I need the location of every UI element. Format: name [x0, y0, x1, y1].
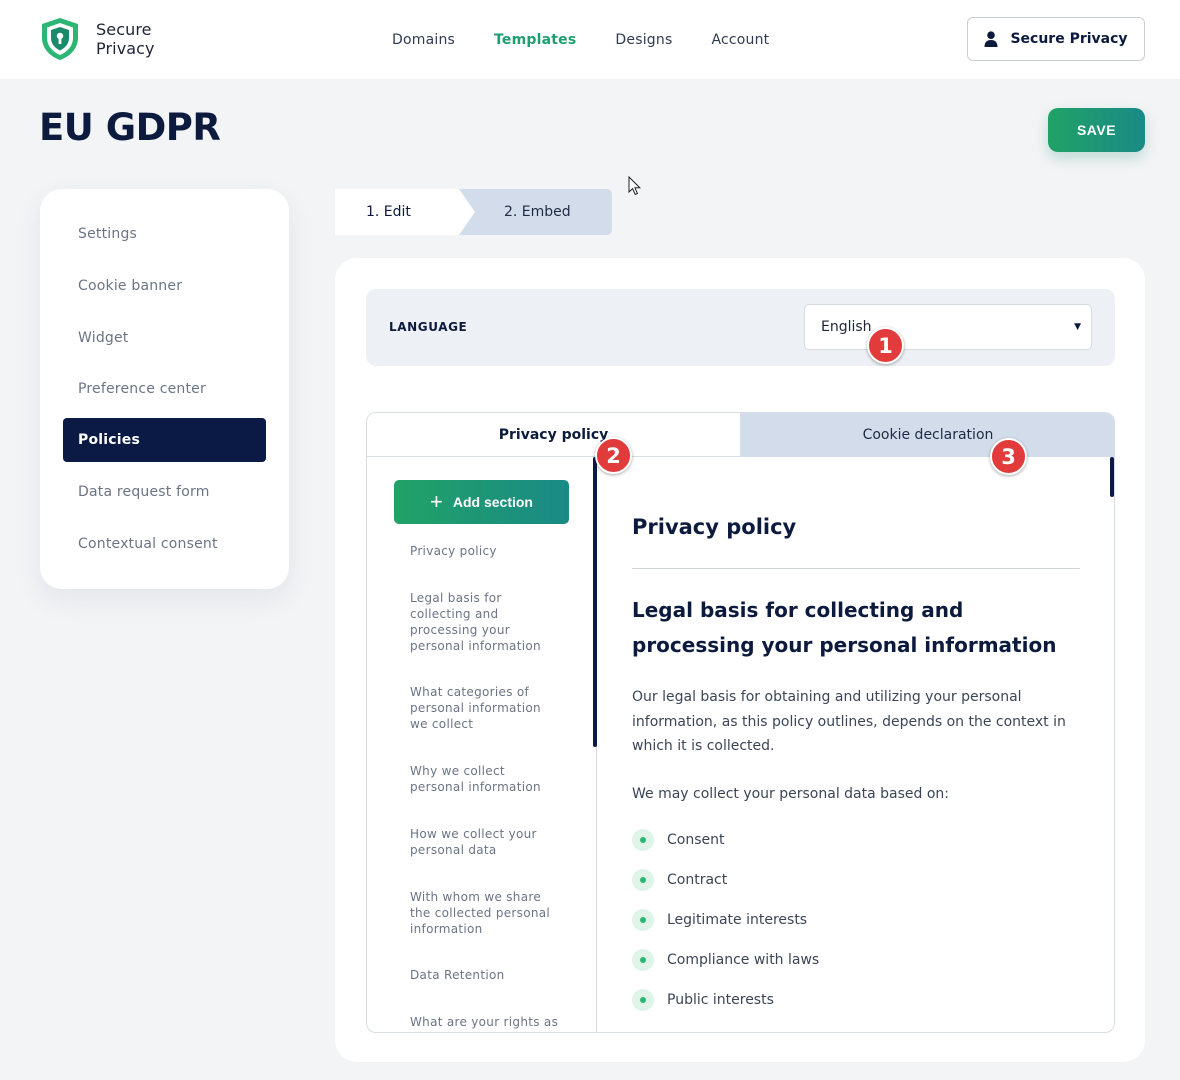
account-button[interactable]: Secure Privacy — [967, 17, 1145, 61]
settings-sidebar: Settings Cookie banner Widget Preference… — [40, 189, 289, 589]
preview-bullet: Legitimate interests — [632, 908, 807, 932]
section-item[interactable]: How we collect your personal data — [410, 826, 550, 858]
bullet-dot-icon — [632, 989, 654, 1011]
nav-templates[interactable]: Templates — [494, 32, 576, 48]
mouse-pointer-icon — [628, 176, 642, 196]
section-item[interactable]: Legal basis for collecting and processin… — [410, 590, 550, 654]
nav-account[interactable]: Account — [711, 32, 769, 48]
logo-line2: Privacy — [96, 39, 155, 58]
preview-scrollbar[interactable] — [1110, 457, 1114, 497]
bullet-text: Legitimate interests — [667, 912, 808, 928]
save-button[interactable]: SAVE — [1048, 108, 1145, 152]
annotation-badge: 3 — [990, 438, 1027, 475]
sidebar-item-cookie-banner[interactable]: Cookie banner — [63, 264, 266, 308]
preview-title: Privacy policy — [632, 515, 797, 539]
preview-divider — [632, 568, 1080, 569]
bullet-dot-icon — [632, 829, 654, 851]
plus-icon: + — [430, 489, 443, 514]
step-embed[interactable]: 2. Embed — [456, 189, 612, 235]
annotation-badge: 2 — [595, 437, 632, 474]
preview-paragraph: Our legal basis for obtaining and utiliz… — [632, 689, 1066, 754]
sidebar-item-contextual-consent[interactable]: Contextual consent — [63, 522, 266, 566]
add-section-button[interactable]: + Add section — [394, 480, 569, 524]
logo[interactable]: Secure Privacy — [38, 16, 168, 62]
user-icon — [984, 31, 998, 47]
sections-scrollbar[interactable] — [593, 457, 597, 747]
bullet-dot-icon — [632, 869, 654, 891]
bullet-text: Contract — [667, 872, 728, 888]
bullet-text: Public interests — [667, 992, 774, 1008]
caret-down-icon: ▼ — [1074, 322, 1081, 332]
bullet-text: Consent — [667, 832, 725, 848]
account-label: Secure Privacy — [1010, 31, 1128, 47]
bullet-dot-icon — [632, 949, 654, 971]
sidebar-item-settings[interactable]: Settings — [63, 212, 266, 256]
annotation-badge: 1 — [867, 327, 904, 364]
section-item[interactable]: What are your rights as — [410, 1014, 570, 1030]
bullet-dot-icon — [632, 909, 654, 931]
nav-domains[interactable]: Domains — [392, 32, 455, 48]
logo-text: Secure Privacy — [96, 20, 155, 58]
policy-editor: Privacy policy Cookie declaration + Add … — [366, 412, 1115, 1033]
preview-bullet: Compliance with laws — [632, 948, 819, 972]
add-section-label: Add section — [452, 494, 533, 510]
tab-privacy-policy[interactable]: Privacy policy — [367, 413, 740, 457]
language-select[interactable]: English ▼ — [804, 304, 1092, 350]
section-item[interactable]: Why we collect personal information — [410, 763, 550, 795]
language-value: English — [821, 319, 872, 335]
section-item[interactable]: Privacy policy — [410, 543, 560, 559]
sidebar-item-data-request-form[interactable]: Data request form — [63, 470, 266, 514]
main-nav: Domains Templates Designs Account — [392, 32, 808, 48]
tab-cookie-declaration[interactable]: Cookie declaration — [740, 413, 1114, 457]
step-edit[interactable]: 1. Edit — [335, 189, 475, 235]
preview-heading: Legal basis for collecting and processin… — [632, 598, 1057, 657]
sidebar-item-preference-center[interactable]: Preference center — [63, 367, 266, 411]
shield-lock-icon — [42, 18, 78, 60]
section-item[interactable]: What categories of personal information … — [410, 684, 550, 732]
section-item[interactable]: Data Retention — [410, 967, 560, 983]
preview-paragraph: We may collect your personal data based … — [632, 786, 950, 802]
language-label: LANGUAGE — [389, 320, 468, 334]
page-title: EU GDPR — [39, 106, 221, 149]
bullet-text: Compliance with laws — [667, 952, 820, 968]
section-item[interactable]: With whom we share the collected persona… — [410, 889, 560, 937]
preview-bullet: Contract — [632, 868, 727, 892]
sidebar-item-widget[interactable]: Widget — [63, 316, 266, 360]
preview-bullet: Consent — [632, 828, 724, 852]
sidebar-item-policies[interactable]: Policies — [63, 418, 266, 462]
preview-bullet: Public interests — [632, 988, 774, 1012]
top-navbar: Secure Privacy Domains Templates Designs… — [0, 0, 1180, 79]
logo-line1: Secure — [96, 20, 152, 39]
nav-designs[interactable]: Designs — [615, 32, 672, 48]
